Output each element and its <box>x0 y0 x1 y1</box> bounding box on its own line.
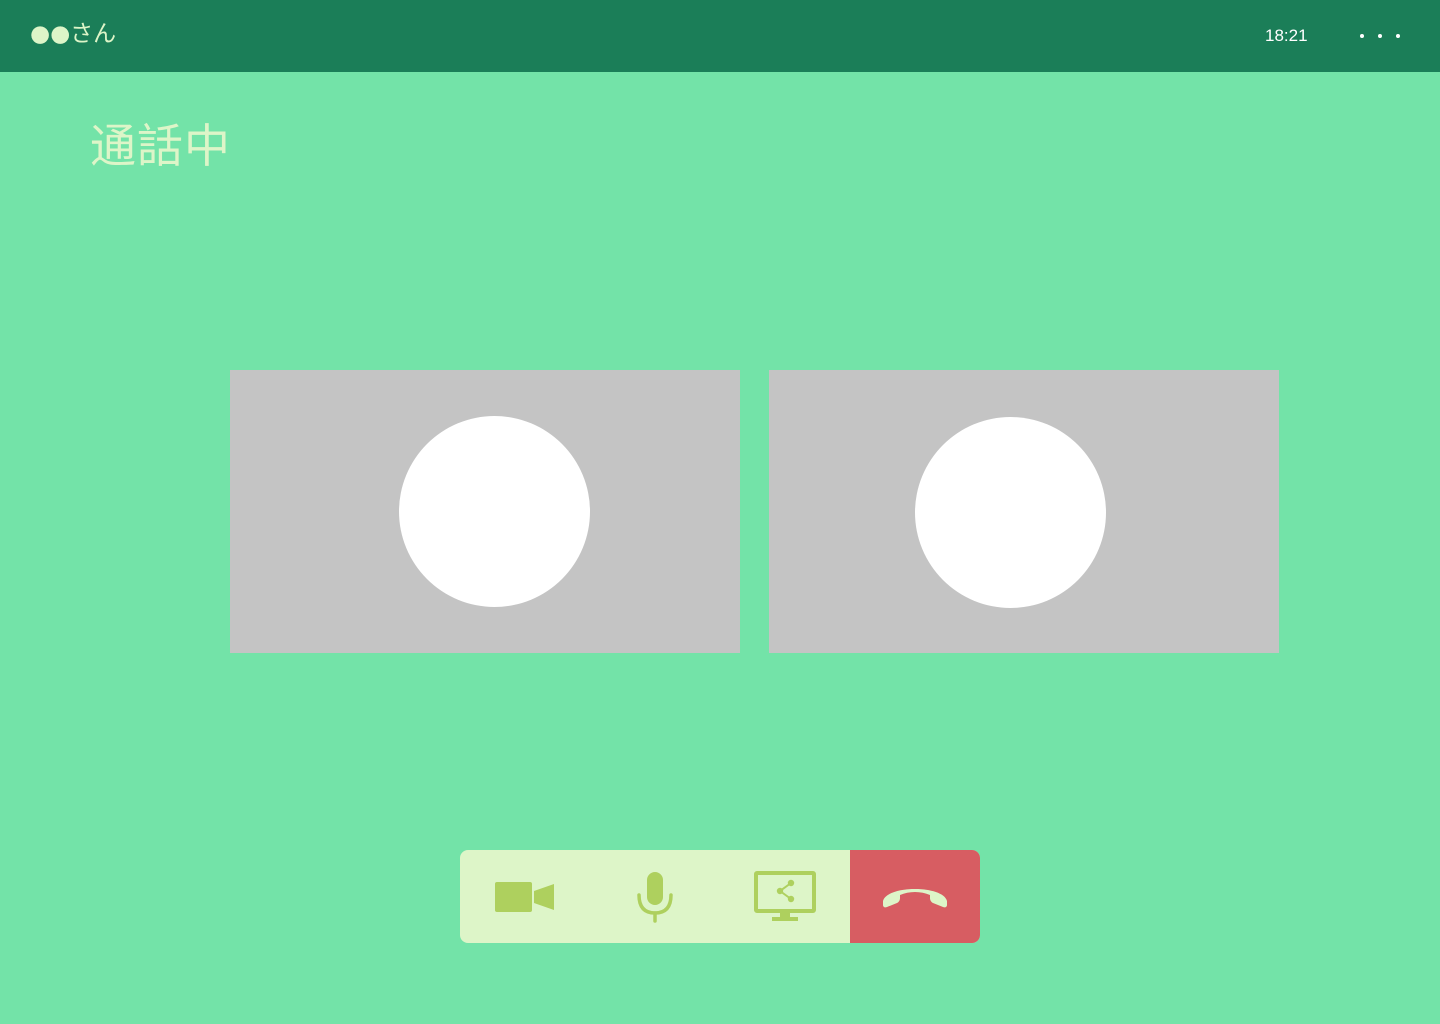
more-options-button[interactable] <box>1352 22 1408 50</box>
screen-share-button[interactable] <box>720 850 850 943</box>
more-horizontal-icon-dot <box>1396 34 1400 38</box>
clock-time: 18:21 <box>1265 26 1308 45</box>
more-horizontal-icon <box>1360 34 1364 38</box>
participant-video-tile <box>769 370 1279 653</box>
header-bar: ●●さん 18:21 <box>0 0 1440 72</box>
participant-video-tile <box>230 370 740 653</box>
phone-hangup-icon <box>883 888 947 907</box>
toggle-microphone-button[interactable] <box>590 850 720 943</box>
call-controls-bar <box>460 850 980 943</box>
microphone-icon <box>637 871 673 923</box>
end-call-button[interactable] <box>850 850 980 943</box>
participant-avatar <box>915 417 1106 608</box>
more-horizontal-icon-dot <box>1378 34 1382 38</box>
toggle-video-button[interactable] <box>460 850 590 943</box>
video-camera-icon <box>495 881 554 912</box>
call-status-title: 通話中 <box>90 119 231 173</box>
participant-avatar <box>399 416 590 607</box>
screen-share-icon <box>754 870 816 921</box>
caller-name: ●●さん <box>30 21 117 47</box>
